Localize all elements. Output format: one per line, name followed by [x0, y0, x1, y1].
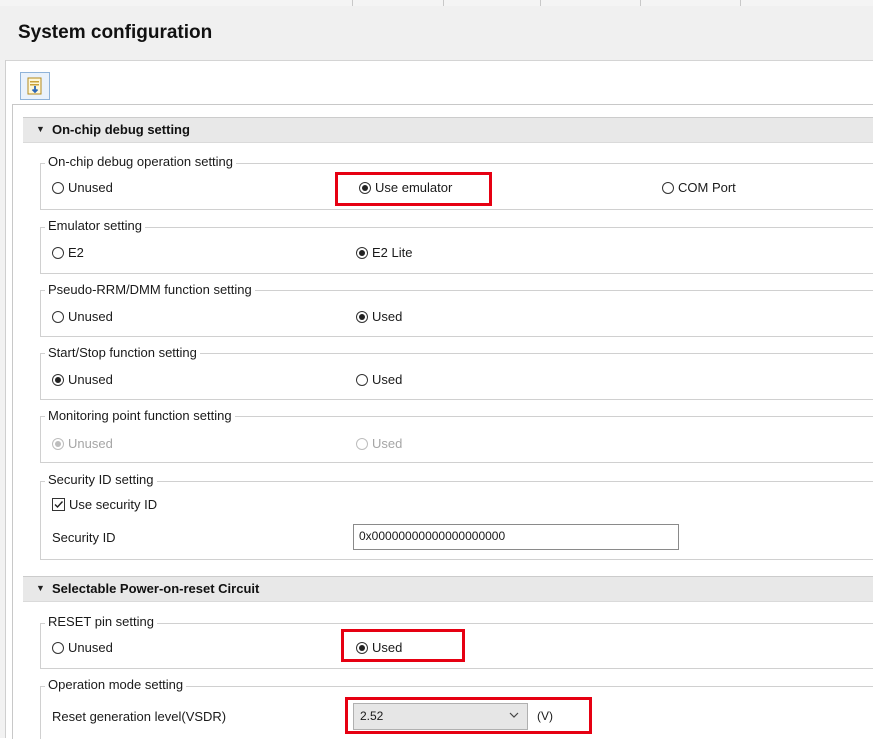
page-header: System configuration: [0, 6, 873, 61]
radio-circle: [356, 373, 368, 386]
radio-circle: [52, 181, 64, 194]
group-start-stop: [40, 353, 873, 400]
radio-label: Unused: [68, 640, 113, 655]
radio-pseudo-rrm-unused[interactable]: Unused: [52, 309, 113, 324]
radio-monitoring-used: Used: [356, 436, 402, 451]
checkmark-icon: [54, 501, 64, 509]
group-legend: Monitoring point function setting: [45, 408, 235, 423]
group-legend: Emulator setting: [45, 218, 145, 233]
collapse-triangle-icon: ▼: [36, 124, 45, 134]
section-onchip-debug[interactable]: ▼ On-chip debug setting: [23, 117, 873, 143]
checkbox-label: Use security ID: [69, 497, 158, 512]
section-label: Selectable Power-on-reset Circuit: [52, 581, 260, 596]
security-id-label: Security ID: [52, 530, 116, 545]
collapse-triangle-icon: ▼: [36, 583, 45, 593]
section-power-on-reset[interactable]: ▼ Selectable Power-on-reset Circuit: [23, 576, 873, 602]
radio-label: E2 Lite: [372, 245, 413, 260]
radio-circle: [356, 310, 368, 323]
group-legend: RESET pin setting: [45, 614, 157, 629]
highlight-box: [341, 629, 465, 662]
security-id-input[interactable]: 0x00000000000000000000: [353, 524, 679, 550]
radio-emulator-e2-lite[interactable]: E2 Lite: [356, 245, 412, 260]
page-title: System configuration: [18, 22, 213, 43]
radio-circle: [356, 437, 368, 450]
checkbox-use-security-id[interactable]: Use security ID: [52, 497, 157, 512]
radio-label: Unused: [68, 436, 113, 451]
left-gutter: [0, 60, 6, 738]
group-emulator: [40, 227, 873, 274]
group-legend: On-chip debug operation setting: [45, 154, 237, 169]
radio-label: Used: [372, 372, 403, 387]
radio-pseudo-rrm-used[interactable]: Used: [356, 309, 402, 324]
radio-onchip-unused[interactable]: Unused: [52, 180, 113, 195]
reset-level-label: Reset generation level(VSDR): [52, 709, 227, 724]
radio-label: Unused: [68, 372, 113, 387]
radio-start-stop-used[interactable]: Used: [356, 372, 402, 387]
document-import-icon: [27, 77, 42, 95]
radio-emulator-e2[interactable]: E2: [52, 245, 84, 260]
radio-label: E2: [68, 245, 84, 260]
radio-start-stop-unused[interactable]: Unused: [52, 372, 113, 387]
radio-circle: [356, 246, 368, 259]
radio-label: Unused: [68, 180, 113, 195]
import-button[interactable]: [20, 72, 50, 100]
group-legend: Operation mode setting: [45, 677, 187, 692]
radio-circle: [52, 373, 64, 386]
radio-reset-pin-unused[interactable]: Unused: [52, 640, 113, 655]
group-pseudo-rrm: [40, 290, 873, 337]
section-label: On-chip debug setting: [52, 122, 190, 137]
group-legend: Pseudo-RRM/DMM function setting: [45, 282, 255, 297]
group-monitoring: [40, 416, 873, 463]
radio-circle: [52, 641, 64, 654]
radio-label: Unused: [68, 309, 113, 324]
radio-label: Used: [372, 309, 403, 324]
radio-label: COM Port: [678, 180, 736, 195]
radio-label: Used: [372, 436, 403, 451]
radio-circle: [52, 437, 64, 450]
radio-onchip-com-port[interactable]: COM Port: [662, 180, 736, 195]
radio-monitoring-unused: Unused: [52, 436, 113, 451]
radio-circle: [52, 310, 64, 323]
radio-circle: [662, 181, 674, 194]
group-legend: Security ID setting: [45, 472, 157, 487]
highlight-box: [345, 697, 592, 734]
highlight-box: [335, 172, 492, 206]
checkbox-box: [52, 498, 65, 511]
group-legend: Start/Stop function setting: [45, 345, 200, 360]
radio-circle: [52, 246, 64, 259]
